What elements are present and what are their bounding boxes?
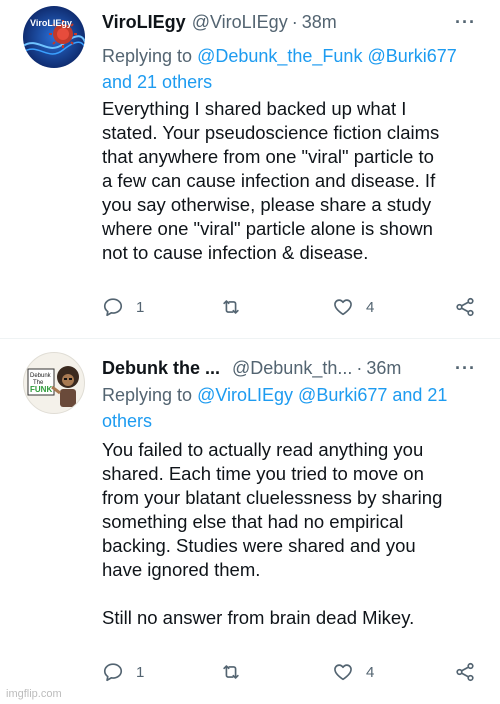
retweet-button[interactable] bbox=[220, 661, 242, 683]
replying-to: Replying to @Debunk_the_Funk @Burki677 a… bbox=[102, 43, 476, 95]
svg-text:Debunk: Debunk bbox=[30, 373, 52, 379]
replying-prefix: Replying to bbox=[102, 385, 198, 405]
tweet-header: ViroLIEgy @ViroLIEgy · 38m ··· bbox=[102, 9, 476, 35]
timestamp[interactable]: 36m bbox=[366, 355, 401, 381]
tweet-actions: 1 4 bbox=[102, 296, 478, 326]
share-icon bbox=[456, 297, 474, 317]
separator-dot: · bbox=[291, 12, 298, 32]
like-button[interactable]: 4 bbox=[332, 296, 374, 318]
display-name[interactable]: ViroLIEgy bbox=[102, 9, 186, 35]
share-button[interactable] bbox=[454, 661, 476, 683]
watermark: imgflip.com bbox=[6, 688, 62, 700]
replying-to: Replying to @ViroLIEgy @Burki677 and 21 … bbox=[102, 382, 476, 434]
like-count: 4 bbox=[366, 663, 375, 681]
reply-count: 1 bbox=[136, 298, 145, 316]
like-button[interactable]: 4 bbox=[332, 661, 374, 683]
mention-link[interactable]: @Debunk_the_Funk @Burki677 bbox=[197, 46, 457, 66]
tweet-header: Debunk the ... @Debunk_th... · 36m ··· bbox=[102, 355, 476, 381]
tweet-actions: 1 4 bbox=[102, 661, 478, 691]
tweet-text: You failed to actually read anything you… bbox=[102, 439, 443, 628]
avatar[interactable]: ViroLIEgy bbox=[23, 6, 85, 68]
like-icon bbox=[334, 664, 352, 681]
avatar[interactable]: Debunk The FUNK bbox=[23, 352, 85, 414]
share-icon bbox=[456, 662, 474, 682]
more-options-icon[interactable]: ··· bbox=[455, 355, 476, 381]
timestamp[interactable]: 38m bbox=[302, 9, 337, 35]
like-icon bbox=[334, 299, 352, 316]
like-count: 4 bbox=[366, 298, 375, 316]
user-handle[interactable]: @ViroLIEgy bbox=[192, 9, 288, 35]
replying-prefix: Replying to bbox=[102, 46, 198, 66]
share-button[interactable] bbox=[454, 296, 476, 318]
more-options-icon[interactable]: ··· bbox=[455, 9, 476, 35]
reply-icon bbox=[103, 298, 123, 317]
svg-text:FUNK: FUNK bbox=[30, 385, 52, 394]
separator-dot: · bbox=[356, 358, 363, 378]
svg-text:ViroLIEgy: ViroLIEgy bbox=[30, 18, 72, 28]
display-name[interactable]: Debunk the ... bbox=[102, 355, 220, 381]
retweet-icon bbox=[223, 665, 239, 679]
user-handle[interactable]: @Debunk_th... bbox=[232, 355, 352, 381]
reply-button[interactable]: 1 bbox=[102, 661, 144, 683]
tweet-virolie[interactable]: ViroLIEgy ViroLIEgy @ViroLIEgy · 38m ···… bbox=[0, 0, 500, 338]
mention-others-link[interactable]: others bbox=[102, 411, 152, 431]
reply-icon bbox=[103, 663, 123, 682]
retweet-button[interactable] bbox=[220, 296, 242, 318]
reply-button[interactable]: 1 bbox=[102, 296, 144, 318]
mention-others-link[interactable]: and 21 others bbox=[102, 72, 212, 92]
reply-count: 1 bbox=[136, 663, 145, 681]
mention-link[interactable]: @ViroLIEgy @Burki677 and 21 bbox=[197, 385, 447, 405]
tweet-text: Everything I shared backed up what I sta… bbox=[102, 98, 440, 263]
retweet-icon bbox=[223, 300, 239, 314]
tweet-debunk[interactable]: Debunk The FUNK Debunk the ... @Debunk_t… bbox=[0, 338, 500, 704]
